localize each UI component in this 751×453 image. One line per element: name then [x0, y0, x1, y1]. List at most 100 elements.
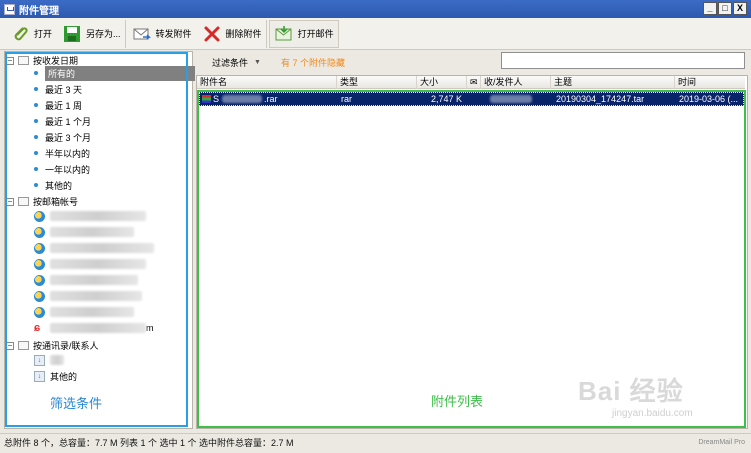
column-header-sender[interactable]: 收/发件人	[481, 76, 551, 89]
tree-item-other[interactable]: 其他的	[34, 178, 72, 192]
status-text: 总附件 8 个，总容量：7.7 M 列表 1 个 选中 1 个 选中附件总容量：…	[4, 438, 294, 448]
save-as-button[interactable]: 另存为...	[58, 19, 126, 48]
tree-item-contact[interactable]: ↓	[34, 353, 64, 367]
open-button[interactable]: 打开	[6, 20, 56, 48]
forward-mail-icon	[133, 28, 151, 40]
tree-item-account[interactable]	[34, 273, 138, 287]
table-row[interactable]: S .rar rar 2,747 K 20190304_174247.tar 2…	[199, 92, 744, 106]
filter-label: 过滤条件	[212, 57, 249, 68]
account-icon	[34, 258, 45, 270]
save-as-label: 另存为...	[86, 29, 121, 39]
maximize-button[interactable]: □	[718, 2, 732, 15]
tree-group-by-account[interactable]: − 按邮箱帐号	[6, 195, 78, 208]
status-bar: 总附件 8 个，总容量：7.7 M 列表 1 个 选中 1 个 选中附件总容量：…	[0, 433, 751, 453]
close-button[interactable]: X	[733, 2, 747, 15]
bullet-icon	[34, 183, 38, 187]
collapse-icon[interactable]: −	[6, 56, 14, 65]
blurred-account	[50, 259, 146, 269]
column-header-name[interactable]: 附件名	[197, 76, 337, 89]
save-icon	[64, 25, 81, 42]
dropdown-caret-icon: ▼	[254, 58, 261, 66]
watermark-main: Bai 经验	[578, 376, 684, 406]
cell-type: rar	[341, 94, 352, 104]
account-icon	[34, 210, 45, 222]
tree-item-label: 最近 1 个月	[45, 116, 92, 127]
column-header-size[interactable]: 大小	[417, 76, 467, 89]
collapse-icon[interactable]: −	[6, 197, 14, 206]
tree-item-3months[interactable]: 最近 3 个月	[34, 130, 91, 144]
tree-group-by-contact[interactable]: − 按通讯录/联系人	[6, 339, 99, 352]
account-icon	[34, 226, 45, 238]
delete-label: 删除附件	[225, 29, 262, 39]
forward-label: 转发附件	[155, 29, 192, 39]
column-header-row: 附件名 类型 大小 ✉ 收/发件人 主题 时间	[197, 76, 745, 89]
watermark-sub: jingyan.baidu.com	[612, 408, 693, 419]
tree-item-label: 最近 3 个月	[45, 132, 92, 143]
tree-item-1week[interactable]: 最近 1 周	[34, 98, 82, 112]
netease-account-icon: ɕ	[34, 321, 41, 334]
toolbar: 打开 另存为... 转发附件 删除附件 打开邮件	[0, 18, 751, 50]
cell-name-prefix: S	[213, 94, 220, 104]
blurred-contact	[50, 355, 64, 365]
collapse-icon[interactable]: −	[6, 341, 14, 350]
filter-dropdown[interactable]: 过滤条件 ▼	[212, 56, 261, 69]
blurred-account	[50, 275, 138, 285]
tree-item-account[interactable]	[34, 225, 134, 239]
delete-x-icon	[204, 26, 220, 41]
contact-card-icon: ↓	[34, 370, 45, 382]
column-header-flag[interactable]: ✉	[467, 76, 481, 89]
account-icon	[34, 242, 45, 254]
blurred-account	[50, 307, 134, 317]
tree-item-account[interactable]	[34, 289, 142, 303]
tree-item-label: 一年以内的	[45, 164, 91, 175]
account-suffix: m	[146, 323, 154, 333]
window-title: 附件管理	[19, 5, 59, 17]
column-header-time[interactable]: 时间	[675, 76, 745, 89]
contacts-icon	[18, 341, 29, 350]
title-bar: 附件管理 _ □ X	[0, 0, 751, 18]
tree-item-account[interactable]	[34, 241, 154, 255]
cell-time: 2019-03-06 (...	[679, 94, 739, 104]
tree-item-half-year[interactable]: 半年以内的	[34, 146, 90, 160]
tree-item-account[interactable]	[34, 257, 146, 271]
open-label: 打开	[34, 29, 53, 39]
contact-card-icon: ↓	[34, 354, 45, 366]
column-header-type[interactable]: 类型	[337, 76, 417, 89]
tree-item-label: 最近 1 周	[45, 100, 83, 111]
account-icon	[34, 306, 45, 318]
cell-name-suffix: .rar	[264, 94, 278, 104]
archive-file-icon	[202, 95, 211, 103]
bullet-icon	[34, 103, 38, 107]
tree-item-3days[interactable]: 最近 3 天	[34, 82, 82, 96]
tree-item-label: 其他的	[50, 371, 78, 382]
window-controls: _ □ X	[703, 2, 747, 15]
bullet-icon	[34, 167, 38, 171]
forward-attachment-button[interactable]: 转发附件	[128, 20, 196, 48]
column-header-subject[interactable]: 主题	[551, 76, 675, 89]
tree-item-1month[interactable]: 最近 1 个月	[34, 114, 91, 128]
open-mail-button[interactable]: 打开邮件	[268, 19, 339, 48]
tree-item-all[interactable]: 所有的	[34, 65, 195, 81]
paperclip-icon	[14, 26, 28, 40]
tree-item-label: 半年以内的	[45, 148, 91, 159]
tree-item-label: 其他的	[45, 180, 73, 191]
search-input[interactable]	[501, 52, 745, 69]
tree-item-contact-other[interactable]: ↓ 其他的	[34, 369, 77, 383]
bullet-icon	[34, 151, 38, 155]
group-label: 按通讯录/联系人	[33, 341, 99, 351]
brand-label: DreamMail Pro	[698, 439, 745, 446]
tree-item-one-year[interactable]: 一年以内的	[34, 162, 90, 176]
blurred-account	[50, 291, 142, 301]
blurred-account	[50, 243, 154, 253]
open-mail-label: 打开邮件	[297, 29, 334, 39]
tree-item-account[interactable]	[34, 305, 134, 319]
tree-item-account[interactable]: ɕ m	[34, 321, 154, 335]
mailbox-icon	[18, 197, 29, 206]
left-annotation: 筛选条件	[50, 396, 103, 411]
minimize-button[interactable]: _	[703, 2, 717, 15]
delete-attachment-button[interactable]: 删除附件	[198, 19, 267, 48]
tree-item-account[interactable]	[34, 209, 146, 223]
bullet-icon	[34, 87, 38, 91]
hidden-attachments-note: 有 7 个附件隐藏	[280, 57, 345, 68]
right-annotation: 附件列表	[431, 394, 484, 409]
